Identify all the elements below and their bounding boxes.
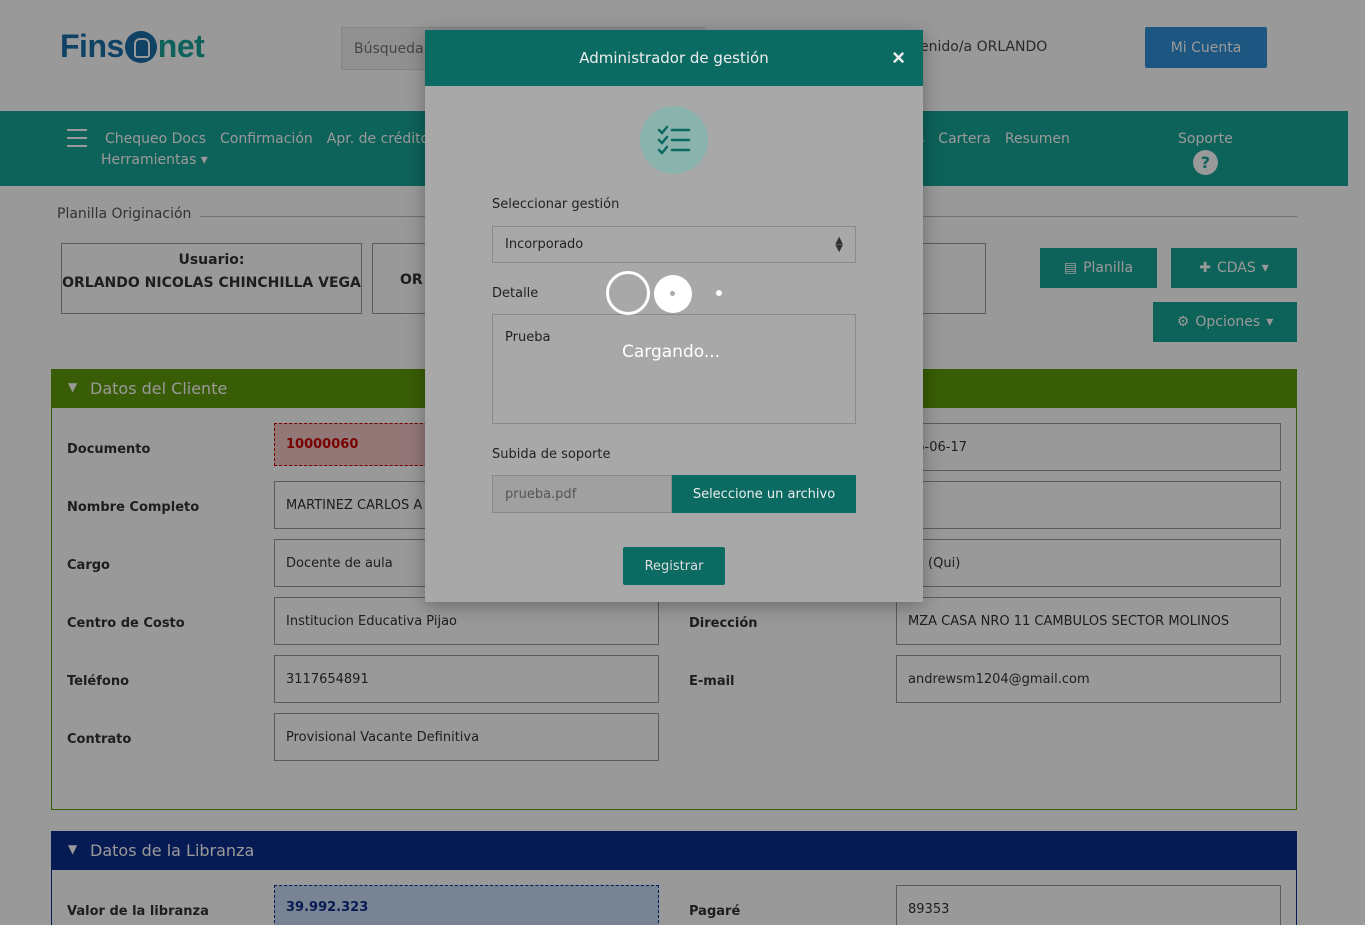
- loading-text: Cargando...: [622, 342, 721, 362]
- loading-spinner-icon: [606, 271, 726, 317]
- register-button[interactable]: Registrar: [623, 547, 725, 585]
- select-arrows-icon: ▲ ▼: [835, 234, 843, 254]
- detalle-textarea[interactable]: Prueba: [492, 314, 856, 424]
- close-icon[interactable]: ×: [892, 30, 905, 86]
- select-gestion-label: Seleccionar gestión: [492, 197, 620, 212]
- checklist-icon: [640, 106, 708, 174]
- modal-title: Administrador de gestión: [579, 49, 769, 67]
- file-name-field[interactable]: prueba.pdf: [492, 475, 672, 513]
- select-gestion[interactable]: Incorporado ▲ ▼: [492, 226, 856, 263]
- select-file-button[interactable]: Seleccione un archivo: [672, 475, 856, 513]
- select-gestion-value: Incorporado: [505, 237, 584, 252]
- modal-header: Administrador de gestión ×: [425, 30, 923, 86]
- upload-label: Subida de soporte: [492, 447, 611, 462]
- detalle-label: Detalle: [492, 286, 539, 301]
